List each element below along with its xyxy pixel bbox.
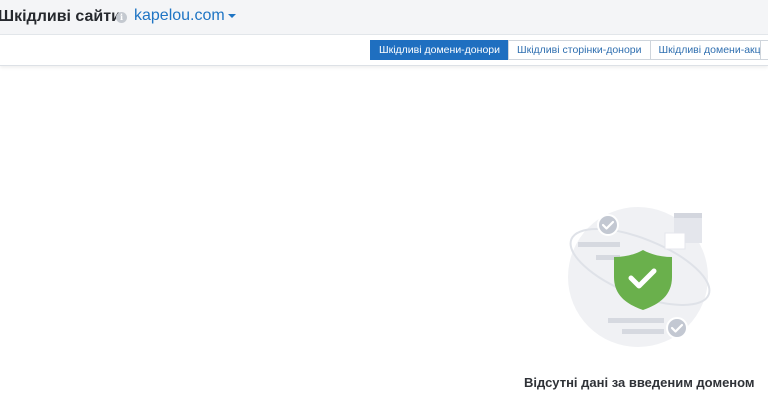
- domain-selector[interactable]: kapelou.com: [134, 7, 236, 25]
- tab-bar: Шкідливі домени-донори Шкідливі сторінки…: [370, 40, 768, 60]
- domain-label[interactable]: kapelou.com: [134, 7, 225, 24]
- empty-state-illustration: [568, 207, 711, 347]
- text-lines-bottom: [608, 318, 664, 323]
- empty-state-message: Відсутні дані за введеним доменом: [524, 375, 755, 390]
- check-badge-top-icon: [597, 214, 619, 236]
- page-header: Шкідливі сайти i kapelou.com: [0, 0, 768, 35]
- info-icon[interactable]: i: [116, 12, 127, 23]
- tab-malicious-acceptor-domains[interactable]: Шкідливі домени-акцептори: [649, 40, 768, 60]
- toolbar: Шкідливі домени-донори Шкідливі сторінки…: [0, 35, 768, 66]
- text-lines-left: [578, 242, 620, 247]
- caret-down-icon[interactable]: [227, 13, 236, 18]
- tab-overflow[interactable]: [760, 40, 768, 60]
- tab-malicious-donor-domains[interactable]: Шкідливі домени-донори: [370, 40, 509, 60]
- check-badge-bottom-icon: [666, 317, 688, 339]
- page-title: Шкідливі сайти: [0, 8, 121, 25]
- tab-malicious-donor-pages[interactable]: Шкідливі сторінки-донори: [508, 40, 651, 60]
